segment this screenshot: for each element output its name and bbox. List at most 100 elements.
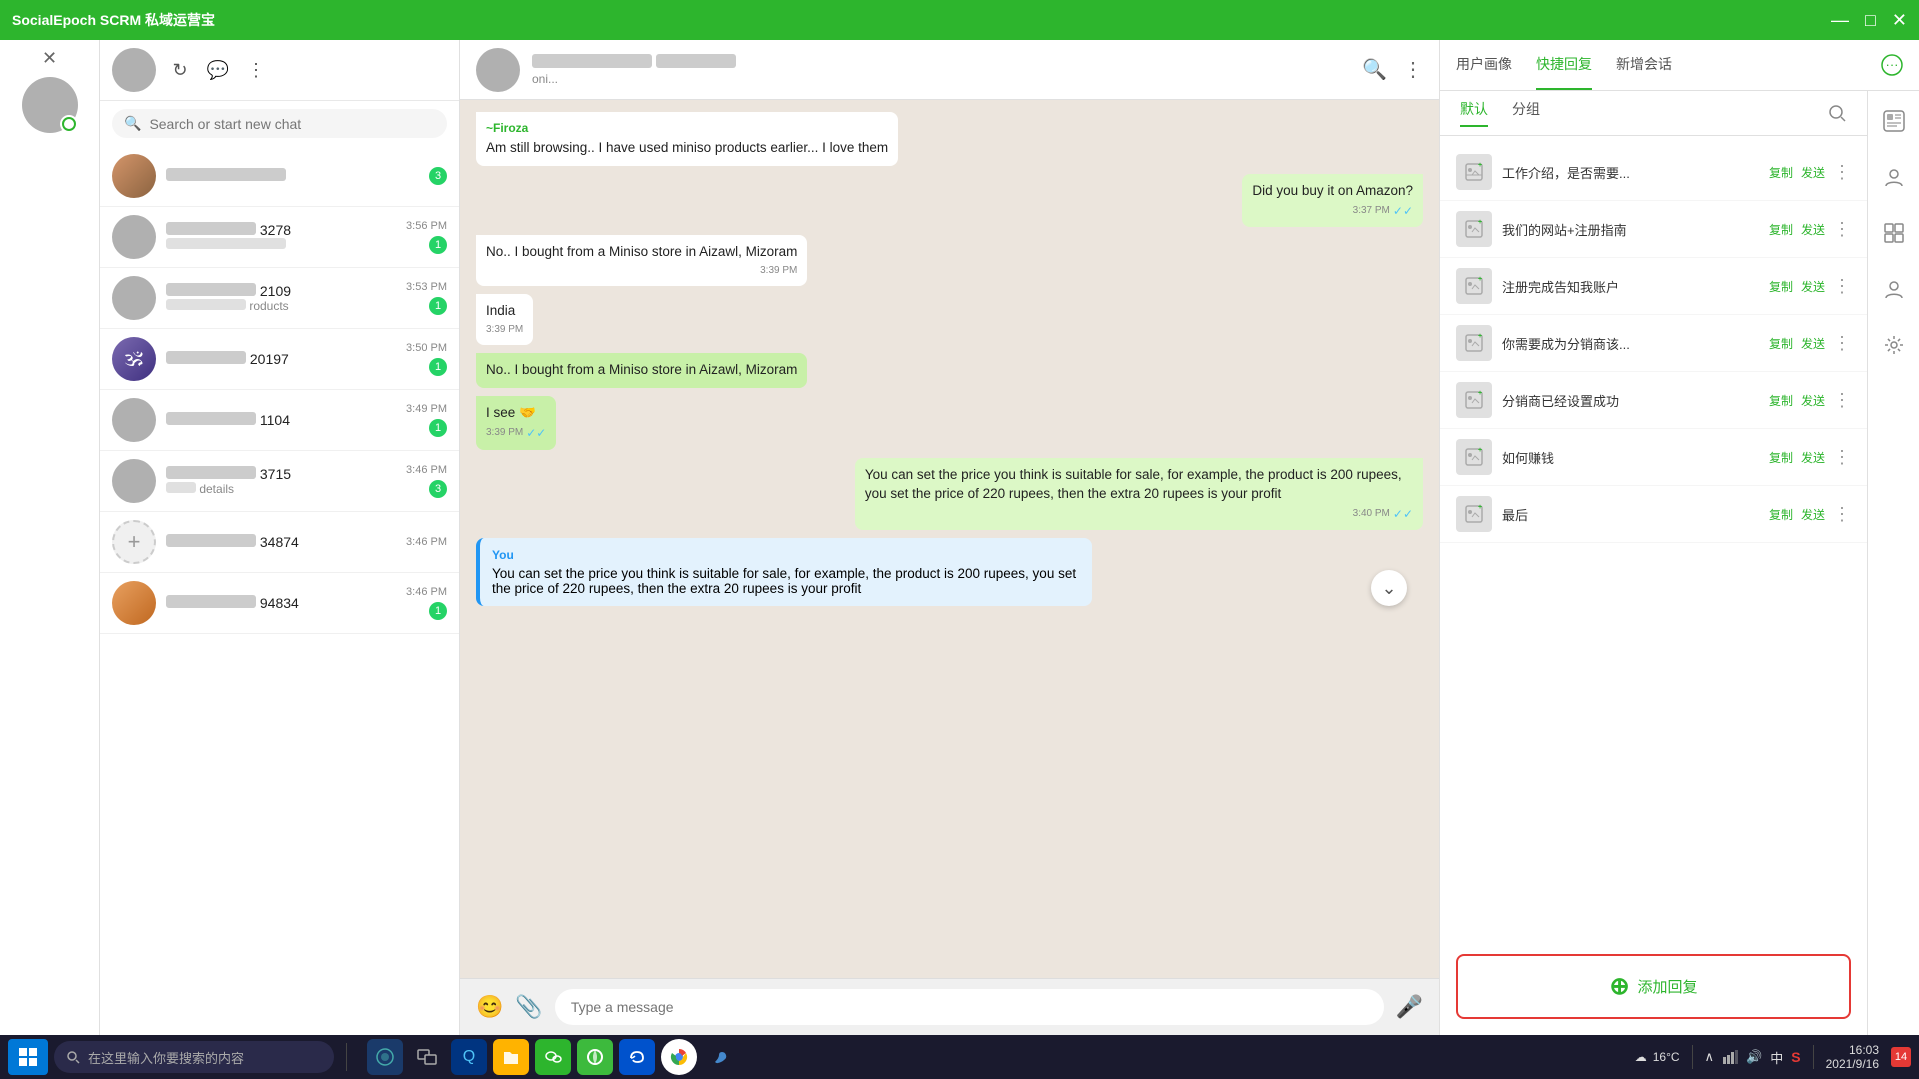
- header-avatar[interactable]: [112, 48, 156, 92]
- message-input[interactable]: [555, 989, 1384, 1025]
- add-reply-label: 添加回复: [1638, 976, 1698, 997]
- subtab-default[interactable]: 默认: [1460, 99, 1488, 127]
- taskbar-app-wechat[interactable]: [535, 1039, 571, 1075]
- taskbar-app-task-view[interactable]: [409, 1039, 445, 1075]
- quick-reply-image-icon: +: [1456, 325, 1492, 361]
- avatar[interactable]: [22, 77, 78, 133]
- chat-icon[interactable]: 💬: [204, 56, 232, 84]
- send-button[interactable]: 发送: [1801, 506, 1825, 523]
- list-item[interactable]: + 34874 3:46 PM: [100, 512, 459, 573]
- taskbar-notification-badge[interactable]: 14: [1891, 1047, 1911, 1067]
- taskbar-app-files[interactable]: [493, 1039, 529, 1075]
- chevron-up-icon[interactable]: ∧: [1705, 1049, 1715, 1065]
- more-icon[interactable]: ⋮: [1833, 162, 1851, 183]
- more-icon[interactable]: ⋮: [242, 56, 270, 84]
- network-icon: [1722, 1049, 1738, 1065]
- send-button[interactable]: 发送: [1801, 335, 1825, 352]
- taskbar-datetime[interactable]: 16:03 2021/9/16: [1826, 1043, 1879, 1071]
- close-button[interactable]: ✕: [1892, 10, 1907, 31]
- taskbar-app-edge[interactable]: [619, 1039, 655, 1075]
- list-item[interactable]: 2109 roducts 3:53 PM 1: [100, 268, 459, 329]
- chat-item-meta: 3:46 PM 3: [406, 464, 447, 498]
- keyboard-icon[interactable]: 中: [1770, 1048, 1783, 1067]
- list-item[interactable]: 3278 3:56 PM 1: [100, 207, 459, 268]
- add-chat-button[interactable]: +: [112, 520, 156, 564]
- list-item[interactable]: 94834 3:46 PM 1: [100, 573, 459, 634]
- contacts-icon[interactable]: [1876, 159, 1912, 195]
- emoji-icon[interactable]: 😊: [476, 994, 503, 1020]
- message-text: Did you buy it on Amazon?: [1252, 182, 1413, 201]
- volume-icon[interactable]: 🔊: [1746, 1049, 1762, 1065]
- tab-new-conversation[interactable]: 新增会话: [1616, 40, 1672, 90]
- taskbar-app-chrome[interactable]: [661, 1039, 697, 1075]
- message-row: No.. I bought from a Miniso store in Aiz…: [476, 235, 1423, 286]
- more-icon[interactable]: ⋮: [1833, 219, 1851, 240]
- tab-quick-reply[interactable]: 快捷回复: [1536, 40, 1592, 90]
- refresh-icon[interactable]: ↻: [166, 56, 194, 84]
- attach-icon[interactable]: 📎: [515, 994, 542, 1020]
- more-icon[interactable]: ⋮: [1833, 390, 1851, 411]
- copy-button[interactable]: 复制: [1769, 392, 1793, 409]
- copy-button[interactable]: 复制: [1769, 278, 1793, 295]
- taskbar-search-bar[interactable]: 在这里输入你要搜索的内容: [54, 1041, 334, 1073]
- list-item[interactable]: 3715 details 3:46 PM 3: [100, 451, 459, 512]
- more-icon[interactable]: ⋮: [1833, 504, 1851, 525]
- svg-text:+: +: [1478, 219, 1482, 226]
- taskbar-time-value: 16:03: [1826, 1043, 1879, 1057]
- send-button[interactable]: 发送: [1801, 164, 1825, 181]
- search-bar[interactable]: 🔍: [112, 109, 447, 138]
- start-button[interactable]: [8, 1039, 48, 1075]
- red-s-icon[interactable]: S: [1791, 1049, 1800, 1065]
- more-icon[interactable]: ⋮: [1833, 276, 1851, 297]
- chat-item-info: 94834: [166, 595, 396, 611]
- avatar-badge: [60, 115, 78, 133]
- quick-reply-image-icon: +: [1456, 154, 1492, 190]
- message-sender: ~Firoza: [486, 120, 888, 137]
- scroll-down-button[interactable]: ⌄: [1371, 570, 1407, 606]
- copy-button[interactable]: 复制: [1769, 449, 1793, 466]
- subtab-group[interactable]: 分组: [1512, 99, 1540, 127]
- add-reply-button[interactable]: ⊕ 添加回复: [1456, 954, 1851, 1019]
- close-icon[interactable]: ✕: [42, 48, 57, 69]
- more-icon[interactable]: ⋮: [1833, 447, 1851, 468]
- right-panel: 用户画像 快捷回复 新增会话 ··· 默认 分组: [1439, 40, 1919, 1035]
- copy-button[interactable]: 复制: [1769, 164, 1793, 181]
- list-item[interactable]: 3: [100, 146, 459, 207]
- message-text: You can set the price you think is suita…: [865, 466, 1413, 504]
- person-icon[interactable]: [1876, 271, 1912, 307]
- list-item: + 我们的网站+注册指南 复制 发送 ⋮: [1440, 201, 1867, 258]
- svg-text:+: +: [1478, 447, 1482, 454]
- more-tabs-icon[interactable]: ···: [1881, 40, 1903, 90]
- minimize-button[interactable]: —: [1831, 10, 1849, 31]
- send-button[interactable]: 发送: [1801, 221, 1825, 238]
- grid-icon[interactable]: [1876, 215, 1912, 251]
- tab-user-profile[interactable]: 用户画像: [1456, 40, 1512, 90]
- user-profile-icon[interactable]: [1876, 103, 1912, 139]
- plus-icon: ⊕: [1609, 972, 1629, 1001]
- svg-text:+: +: [1478, 390, 1482, 397]
- quick-reply-list: + 工作介绍，是否需要... 复制 发送 ⋮ + 我们的网站+注: [1440, 136, 1867, 938]
- taskbar-app-green[interactable]: [577, 1039, 613, 1075]
- copy-button[interactable]: 复制: [1769, 221, 1793, 238]
- list-item[interactable]: 🕉 20197 3:50 PM 1: [100, 329, 459, 390]
- microphone-icon[interactable]: 🎤: [1396, 994, 1423, 1020]
- send-button[interactable]: 发送: [1801, 449, 1825, 466]
- settings-icon[interactable]: [1876, 327, 1912, 363]
- more-icon[interactable]: ⋮: [1833, 333, 1851, 354]
- taskbar-app-browser[interactable]: Q: [451, 1039, 487, 1075]
- maximize-button[interactable]: □: [1865, 10, 1876, 31]
- more-options-icon[interactable]: ⋮: [1403, 57, 1423, 82]
- search-user-icon[interactable]: [1827, 99, 1847, 127]
- quick-reply-text: 如何赚钱: [1502, 448, 1759, 467]
- chat-item-info: 34874: [166, 534, 396, 550]
- taskbar-app-blue-bird[interactable]: [703, 1039, 739, 1075]
- copy-button[interactable]: 复制: [1769, 335, 1793, 352]
- search-icon[interactable]: 🔍: [1362, 57, 1387, 82]
- search-input[interactable]: [149, 116, 435, 132]
- taskbar-app-cortana[interactable]: [367, 1039, 403, 1075]
- list-item[interactable]: 1104 3:49 PM 1: [100, 390, 459, 451]
- send-button[interactable]: 发送: [1801, 392, 1825, 409]
- send-button[interactable]: 发送: [1801, 278, 1825, 295]
- copy-button[interactable]: 复制: [1769, 506, 1793, 523]
- chat-item-info: 1104: [166, 412, 396, 428]
